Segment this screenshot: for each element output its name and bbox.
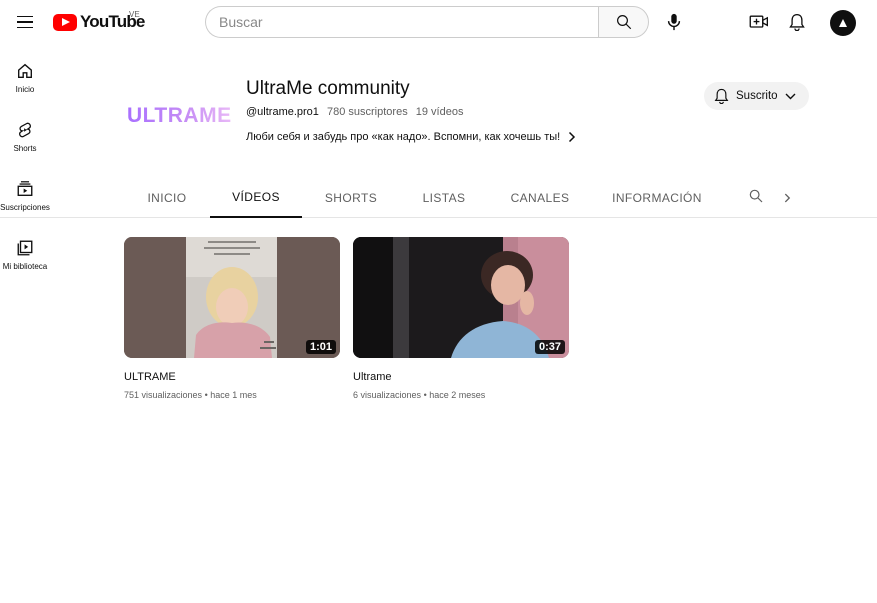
tab-listas[interactable]: LISTAS — [400, 178, 488, 218]
tabs-next-button[interactable] — [780, 188, 794, 208]
menu-icon[interactable] — [13, 10, 37, 34]
video-views: 6 visualizaciones — [353, 390, 422, 400]
channel-name: UltraMe community — [246, 78, 410, 99]
create-video-icon — [749, 15, 768, 28]
video-count: 19 vídeos — [415, 106, 464, 118]
subscribe-button[interactable]: Suscrito — [704, 82, 809, 110]
sidebar-item-shorts[interactable]: Shorts — [0, 121, 50, 153]
account-avatar[interactable] — [830, 10, 856, 36]
channel-search-button[interactable] — [748, 188, 768, 208]
video-duration: 0:37 — [534, 340, 565, 354]
tab-inicio[interactable]: INICIO — [124, 178, 210, 218]
video-meta: 6 visualizaciones • hace 2 meses — [353, 390, 569, 400]
library-icon — [17, 240, 33, 256]
voice-search-button[interactable] — [659, 7, 689, 37]
sidebar-item-label: Inicio — [15, 85, 35, 94]
video-thumbnail[interactable]: 1:01 — [124, 237, 340, 358]
video-title[interactable]: Ultrame — [353, 371, 569, 383]
avatar-logo-icon — [839, 19, 847, 27]
video-age: hace 2 meses — [429, 390, 486, 400]
channel-avatar-logo[interactable]: ULTRAME — [127, 104, 232, 128]
tab-shorts[interactable]: SHORTS — [302, 178, 400, 218]
search-box — [205, 6, 599, 38]
shorts-icon — [19, 122, 31, 138]
search-icon — [749, 189, 763, 203]
notifications-button[interactable] — [784, 9, 810, 35]
sidebar-item-home[interactable]: Inicio — [0, 62, 50, 94]
video-meta: 751 visualizaciones • hace 1 mes — [124, 390, 340, 400]
search-button[interactable] — [598, 6, 649, 38]
channel-tabs: INICIO VÍDEOS SHORTS LISTAS CANALES INFO… — [0, 178, 877, 218]
video-title[interactable]: ULTRAME — [124, 371, 340, 383]
chevron-right-icon — [569, 131, 576, 143]
youtube-play-icon — [53, 13, 77, 31]
bell-icon — [789, 13, 805, 31]
top-bar: YouTube VE — [0, 0, 877, 44]
subscriber-count: 780 suscriptores — [326, 106, 408, 118]
video-card[interactable]: 0:37 Ultrame 6 visualizaciones • hace 2 … — [353, 237, 569, 400]
sidebar-item-library[interactable]: Mi biblioteca — [0, 239, 50, 271]
bell-icon — [714, 88, 729, 104]
tab-informacion[interactable]: INFORMACIÓN — [592, 178, 722, 218]
tab-videos[interactable]: VÍDEOS — [210, 178, 302, 218]
channel-description[interactable]: Люби себя и забудь про «как надо». Вспом… — [246, 131, 576, 143]
search-icon — [616, 15, 631, 30]
video-age: hace 1 mes — [210, 390, 257, 400]
subscribe-label: Suscrito — [736, 90, 778, 102]
create-button[interactable] — [746, 9, 772, 35]
home-icon — [18, 63, 32, 78]
sidebar-item-label: Mi biblioteca — [2, 262, 48, 271]
search-input[interactable] — [219, 14, 599, 30]
channel-handle: @ultrame.pro1 — [246, 106, 319, 118]
tab-canales[interactable]: CANALES — [488, 178, 592, 218]
chevron-down-icon — [785, 93, 796, 99]
chevron-right-icon — [784, 193, 790, 203]
sidebar-item-label: Shorts — [13, 144, 37, 153]
channel-meta: @ultrame.pro1 780 suscriptores 19 vídeos — [246, 106, 468, 118]
video-card[interactable]: 1:01 ULTRAME 751 visualizaciones • hace … — [124, 237, 340, 400]
video-thumbnail[interactable]: 0:37 — [353, 237, 569, 358]
video-duration: 1:01 — [305, 340, 336, 354]
microphone-icon — [667, 13, 681, 31]
country-code: VE — [129, 10, 140, 19]
channel-description-text: Люби себя и забудь про «как надо». Вспом… — [246, 131, 561, 143]
video-views: 751 visualizaciones — [124, 390, 203, 400]
